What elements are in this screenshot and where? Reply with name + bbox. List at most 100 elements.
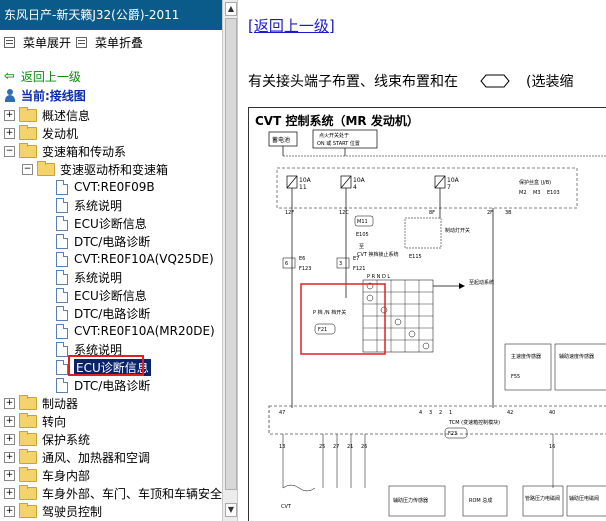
expand-icon[interactable]: +	[4, 451, 15, 463]
pin-21: 21	[347, 444, 353, 450]
collapse-menu-label: 菜单折叠	[95, 36, 144, 50]
tree-folder-driver-controls[interactable]: + 驾驶员控制	[4, 502, 102, 520]
tree-folder-exterior[interactable]: + 车身外部、车门、车顶和车辆安全	[4, 484, 222, 502]
collapse-icon[interactable]: −	[22, 163, 33, 175]
expand-icon[interactable]: +	[4, 127, 15, 139]
tree-item-dtc-circuit[interactable]: DTC/电路诊断	[56, 232, 150, 250]
tree-label: CVT:RE0F10A(MR20DE)	[74, 324, 215, 338]
tree-label: 系统说明	[74, 270, 123, 285]
scroll-up-icon[interactable]: ▲	[225, 2, 237, 16]
pn-switch-highlight	[300, 283, 386, 355]
back-arrow-icon: ⇦	[4, 69, 15, 84]
folder-icon	[19, 412, 37, 428]
pin-1: 1	[449, 410, 452, 416]
tree-folder-transmission[interactable]: − 变速箱和传动系	[4, 142, 126, 160]
folder-icon	[19, 394, 37, 410]
wiring-diagram: CVT 控制系统（MR 发动机） 蓄电池 点火开关处于 ON 或 START 位…	[248, 107, 606, 521]
menu-icon	[76, 37, 87, 48]
expand-icon[interactable]: +	[4, 397, 15, 409]
description-label: 有关接头端子布置、线束布置和在	[248, 74, 458, 90]
document-icon	[56, 359, 68, 375]
tree-item-ecu-diag[interactable]: ECU诊断信息	[56, 214, 147, 232]
expand-icon[interactable]: +	[4, 505, 15, 517]
connector-12f: 12F	[285, 210, 294, 216]
tree-item-dtc-circuit[interactable]: DTC/电路诊断	[56, 304, 150, 322]
connector-12c: 12C	[339, 210, 349, 216]
connector-symbol-icon	[480, 74, 510, 88]
tree-item-ecu-diag[interactable]: ECU诊断信息	[56, 286, 147, 304]
tree-item-system-desc[interactable]: 系统说明	[56, 268, 122, 286]
pin-26: 26	[361, 444, 367, 450]
document-icon	[56, 323, 68, 339]
tree-folder-transaxle[interactable]: − 变速驱动桥和变速箱	[22, 160, 168, 178]
cvt-label: CVT	[281, 504, 292, 510]
fuse-2-rating: 10A	[353, 177, 366, 184]
return-link[interactable]: [返回上一级]	[248, 15, 335, 36]
collapse-icon[interactable]: −	[4, 145, 15, 157]
folder-icon	[19, 466, 37, 482]
expand-menu-label: 菜单展开	[23, 36, 72, 50]
fuse-1-rating: 10A	[299, 177, 312, 184]
document-icon	[56, 377, 68, 393]
tree-label: 转向	[42, 414, 67, 429]
expand-icon[interactable]: +	[4, 433, 15, 445]
pin-2: 2	[439, 410, 442, 416]
connector-e7: E7	[353, 256, 359, 262]
pin-40: 40	[549, 410, 555, 416]
connector-m11: M11	[357, 219, 368, 225]
expand-icon[interactable]: +	[4, 109, 15, 121]
document-icon	[56, 179, 68, 195]
tree-label: ECU诊断信息	[74, 216, 147, 231]
description-tail: (选装缩	[526, 74, 574, 90]
tree-label: 发动机	[42, 126, 79, 141]
document-icon	[56, 305, 68, 321]
tree-label: 概述信息	[42, 108, 91, 123]
back-link[interactable]: ⇦ 返回上一级	[4, 68, 81, 85]
scroll-down-icon[interactable]: ▼	[225, 503, 237, 517]
window-title: 东风日产-新天籁J32(公爵)-2011	[0, 0, 222, 30]
tree-label: 变速驱动桥和变速箱	[60, 162, 169, 177]
main-speed-sensor-label: 主速度传感器	[511, 353, 541, 360]
expand-icon[interactable]: +	[4, 469, 15, 481]
tree-item-cvt-re0f10a-mr20de[interactable]: CVT:RE0F10A(MR20DE)	[56, 322, 215, 340]
to-start-label: 至起动系统	[469, 279, 494, 286]
tree-item-system-desc[interactable]: 系统说明	[56, 196, 122, 214]
tree-item-cvt-re0f09b[interactable]: CVT:RE0F09B	[56, 178, 155, 196]
tree-folder-steering[interactable]: + 转向	[4, 412, 66, 430]
folder-open-icon	[37, 160, 55, 176]
tree-folder-engine[interactable]: + 发动机	[4, 124, 78, 142]
pin-3: 3	[339, 261, 342, 267]
aux-pressure-solenoid-label: 辅助压电磁阀	[569, 495, 599, 502]
connector-3b: 3B	[505, 210, 512, 216]
tree-folder-interior[interactable]: + 车身内部	[4, 466, 90, 484]
tree-folder-protection[interactable]: + 保护系统	[4, 430, 90, 448]
tree-label: 变速箱和传动系	[42, 144, 127, 159]
selection-highlight-box	[68, 355, 144, 376]
expand-menu-button[interactable]: 菜单展开	[4, 34, 71, 51]
tree-folder-overview[interactable]: + 概述信息	[4, 106, 90, 124]
tree-label: 通风、加热器和空调	[42, 450, 151, 465]
pin-13: 13	[279, 444, 285, 450]
tree-label: DTC/电路诊断	[74, 234, 151, 249]
tree-label: DTC/电路诊断	[74, 378, 151, 393]
brake-switch-label: 制动灯开关	[445, 227, 470, 234]
collapse-menu-button[interactable]: 菜单折叠	[76, 34, 143, 51]
wiring-diagram-svg: 蓄电池 点火开关处于 ON 或 START 位置 10A 11 10A 4 10…	[268, 129, 606, 517]
pin-47: 47	[279, 410, 285, 416]
expand-icon[interactable]: +	[4, 487, 15, 499]
ignition-label-2: ON 或 START 位置	[317, 140, 360, 147]
connector-2f: 2F	[487, 210, 493, 216]
expand-icon[interactable]: +	[4, 415, 15, 427]
tree-item-dtc-circuit[interactable]: DTC/电路诊断	[56, 376, 150, 394]
tree-folder-brakes[interactable]: + 制动器	[4, 394, 78, 412]
tree-item-cvt-re0f10a-vq25de[interactable]: CVT:RE0F10A(VQ25DE)	[56, 250, 214, 268]
scrollbar-thumb[interactable]	[225, 18, 237, 490]
connector-m3: M3	[533, 190, 541, 196]
fuse-3-rating: 10A	[447, 177, 460, 184]
menu-row: 菜单展开 菜单折叠	[0, 30, 222, 54]
pane-scrollbar[interactable]: ▲ ▼	[222, 0, 238, 521]
ignition-label: 点火开关处于	[319, 132, 349, 139]
prndl-label: P R N D L	[367, 274, 390, 280]
tree-folder-hvac[interactable]: + 通风、加热器和空调	[4, 448, 150, 466]
fuse-3-number: 7	[447, 184, 451, 191]
